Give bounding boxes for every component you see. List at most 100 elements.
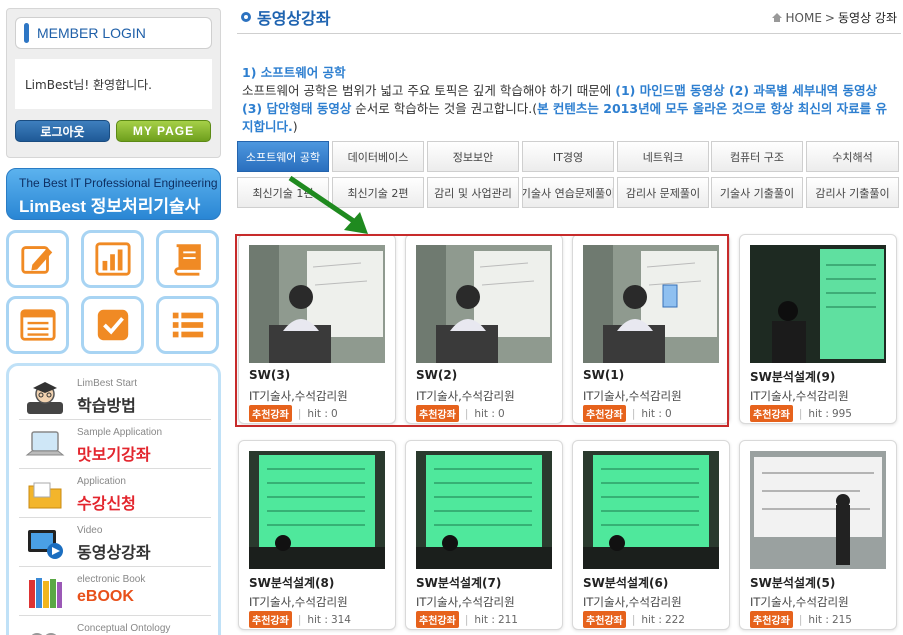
intro-text-2: 순서로 학습하는 것을 권고합니다.(: [351, 101, 538, 116]
tab-1[interactable]: 소프트웨어 공학: [237, 141, 329, 172]
tab-5[interactable]: 네트워크: [617, 141, 709, 172]
menu-sub-label: LimBest Start: [77, 378, 138, 389]
video-author: IT기술사,수석감리원: [416, 595, 515, 609]
menu-sub-label: Application: [77, 476, 126, 487]
video-author: IT기술사,수석감리원: [750, 389, 849, 403]
page-title: 동영상강좌: [257, 9, 331, 28]
window-list-icon-button[interactable]: [6, 296, 69, 354]
video-meta: 추천강좌 | hit :995: [750, 405, 852, 422]
edit-icon-button[interactable]: [6, 230, 69, 288]
tab-3[interactable]: 정보보안: [427, 141, 519, 172]
hit-count: 211: [497, 613, 518, 626]
video-title[interactable]: SW분석설계(9): [750, 368, 835, 385]
list-window-icon: [19, 309, 56, 341]
breadcrumb: HOME > 동영상 강좌: [771, 9, 897, 26]
green-arrow-icon: [288, 175, 368, 234]
video-card[interactable]: SW분석설계(5) IT기술사,수석감리원추천강좌 | hit :215: [739, 440, 897, 630]
video-thumbnail-frame[interactable]: [416, 451, 552, 569]
video-meta: 추천강좌 | hit :211: [416, 611, 518, 628]
video-thumbnail: [249, 451, 385, 569]
limbest-banner[interactable]: The Best IT Professional Engineering Lim…: [6, 168, 221, 220]
sidebar-item-apply[interactable]: Application 수강신청: [19, 470, 211, 518]
video-meta: 추천강좌 | hit :215: [750, 611, 852, 628]
sidebar-item-sample[interactable]: Sample Application 맛보기강좌: [19, 421, 211, 469]
video-meta: 추천강좌 | hit :314: [249, 611, 351, 628]
video-meta: 추천강좌 | hit :222: [583, 611, 685, 628]
recommended-badge: 추천강좌: [416, 611, 459, 628]
home-icon: [771, 13, 782, 22]
breadcrumb-home[interactable]: HOME: [786, 11, 822, 25]
recommended-badge: 추천강좌: [750, 611, 793, 628]
video-card[interactable]: SW분석설계(8) IT기술사,수석감리원 추천강좌 | hit :314: [238, 440, 396, 630]
hit-count: 995: [831, 407, 852, 420]
sidebar-item-ebook[interactable]: electronic Book eBOOK: [19, 568, 211, 616]
login-title: MEMBER LOGIN: [37, 25, 146, 41]
ontology-icon: [31, 633, 57, 635]
welcome-message: LimBest님! 환영합니다.: [15, 59, 212, 109]
hit-count: 314: [330, 613, 351, 626]
book-icon-button[interactable]: [156, 230, 219, 288]
edit-icon: [20, 246, 52, 274]
bullet-list-icon-button[interactable]: [156, 296, 219, 354]
video-title[interactable]: SW분석설계(6): [583, 574, 668, 591]
login-title-box: MEMBER LOGIN: [15, 17, 212, 49]
meta-separator: |: [631, 613, 636, 626]
menu-sub-label: Video: [77, 525, 103, 536]
tab-12[interactable]: 감리사 문제풀이: [617, 177, 709, 208]
tab-4[interactable]: IT경영: [522, 141, 614, 172]
video-thumbnail-frame[interactable]: [249, 451, 385, 569]
chart-icon-button[interactable]: [81, 230, 144, 288]
checkbox-icon: [97, 309, 128, 341]
folder-icon: [28, 482, 62, 509]
menu-sub-label: Conceptual Ontology: [77, 623, 171, 634]
video-thumbnail-frame[interactable]: [583, 451, 719, 569]
tab-13[interactable]: 기술사 기출풀이: [711, 177, 803, 208]
sidebar-item-ontology[interactable]: Conceptual Ontology: [19, 617, 211, 635]
books-icon: [29, 578, 62, 608]
video-title[interactable]: SW분석설계(8): [249, 574, 334, 591]
hit-label: hit :: [307, 613, 328, 626]
tab-10[interactable]: 감리 및 사업관리: [427, 177, 519, 208]
highlight-box: [235, 234, 729, 427]
video-title[interactable]: SW분석설계(5): [750, 574, 835, 591]
video-thumbnail-frame[interactable]: [750, 451, 886, 569]
hit-label: hit :: [474, 613, 495, 626]
video-card[interactable]: SW분석설계(6) IT기술사,수석감리원 추천강좌 | hit :222: [572, 440, 730, 630]
hit-count: 222: [664, 613, 685, 626]
menu-sub-label: Sample Application: [77, 427, 163, 438]
video-author: IT기술사,수석감리원: [249, 595, 348, 609]
video-author: IT기술사,수석감리원: [750, 595, 849, 609]
video-card[interactable]: SW분석설계(7) IT기술사,수석감리원추천강좌 | hit :211: [405, 440, 563, 630]
video-card[interactable]: SW분석설계(9) IT기술사,수석감리원추천강좌 | hit :995: [739, 234, 897, 424]
tab-7[interactable]: 수치해석: [806, 141, 899, 172]
intro-text: 1) 소프트웨어 공학 소프트웨어 공학은 범위가 넓고 주요 토픽은 깊게 학…: [242, 64, 898, 136]
banner-title: LimBest 정보처리기술사: [19, 197, 201, 216]
tab-14[interactable]: 감리사 기출풀이: [806, 177, 899, 208]
hit-label: hit :: [808, 613, 829, 626]
tab-6[interactable]: 컴퓨터 구조: [711, 141, 803, 172]
bullet-list-icon: [172, 312, 203, 338]
logout-button[interactable]: 로그아웃: [15, 120, 110, 142]
sidebar-item-study-method[interactable]: LimBest Start 학습방법: [19, 372, 211, 420]
title-bullet-icon: [241, 12, 251, 22]
hit-label: hit :: [641, 613, 662, 626]
breadcrumb-separator: >: [824, 10, 835, 25]
login-box: MEMBER LOGIN LimBest님! 환영합니다. 로그아웃 MY PA…: [6, 8, 221, 158]
intro-heading: 1) 소프트웨어 공학: [242, 65, 346, 80]
meta-separator: |: [297, 613, 302, 626]
banner-tagline: The Best IT Professional Engineering: [19, 176, 218, 190]
video-thumbnail-frame[interactable]: [750, 245, 886, 363]
tab-11[interactable]: 기술사 연습문제풀이: [522, 177, 614, 208]
mypage-button[interactable]: MY PAGE: [116, 120, 211, 142]
intro-text-3: ): [292, 119, 298, 134]
page-header: 동영상강좌 HOME > 동영상 강좌: [237, 0, 901, 34]
intro-text-1: 소프트웨어 공학은 범위가 넓고 주요 토픽은 깊게 학습해야 하기 때문에: [242, 83, 616, 98]
sidebar-menu: LimBest Start 학습방법 Sample Application 맛보…: [6, 363, 221, 635]
video-author: IT기술사,수석감리원: [583, 595, 682, 609]
video-title[interactable]: SW분석설계(7): [416, 574, 501, 591]
check-icon-button[interactable]: [81, 296, 144, 354]
video-thumbnail: [583, 451, 719, 569]
tab-2[interactable]: 데이터베이스: [332, 141, 424, 172]
sidebar-item-video[interactable]: Video 동영상강좌: [19, 519, 211, 567]
menu-main-label: 맛보기강좌: [77, 445, 151, 464]
